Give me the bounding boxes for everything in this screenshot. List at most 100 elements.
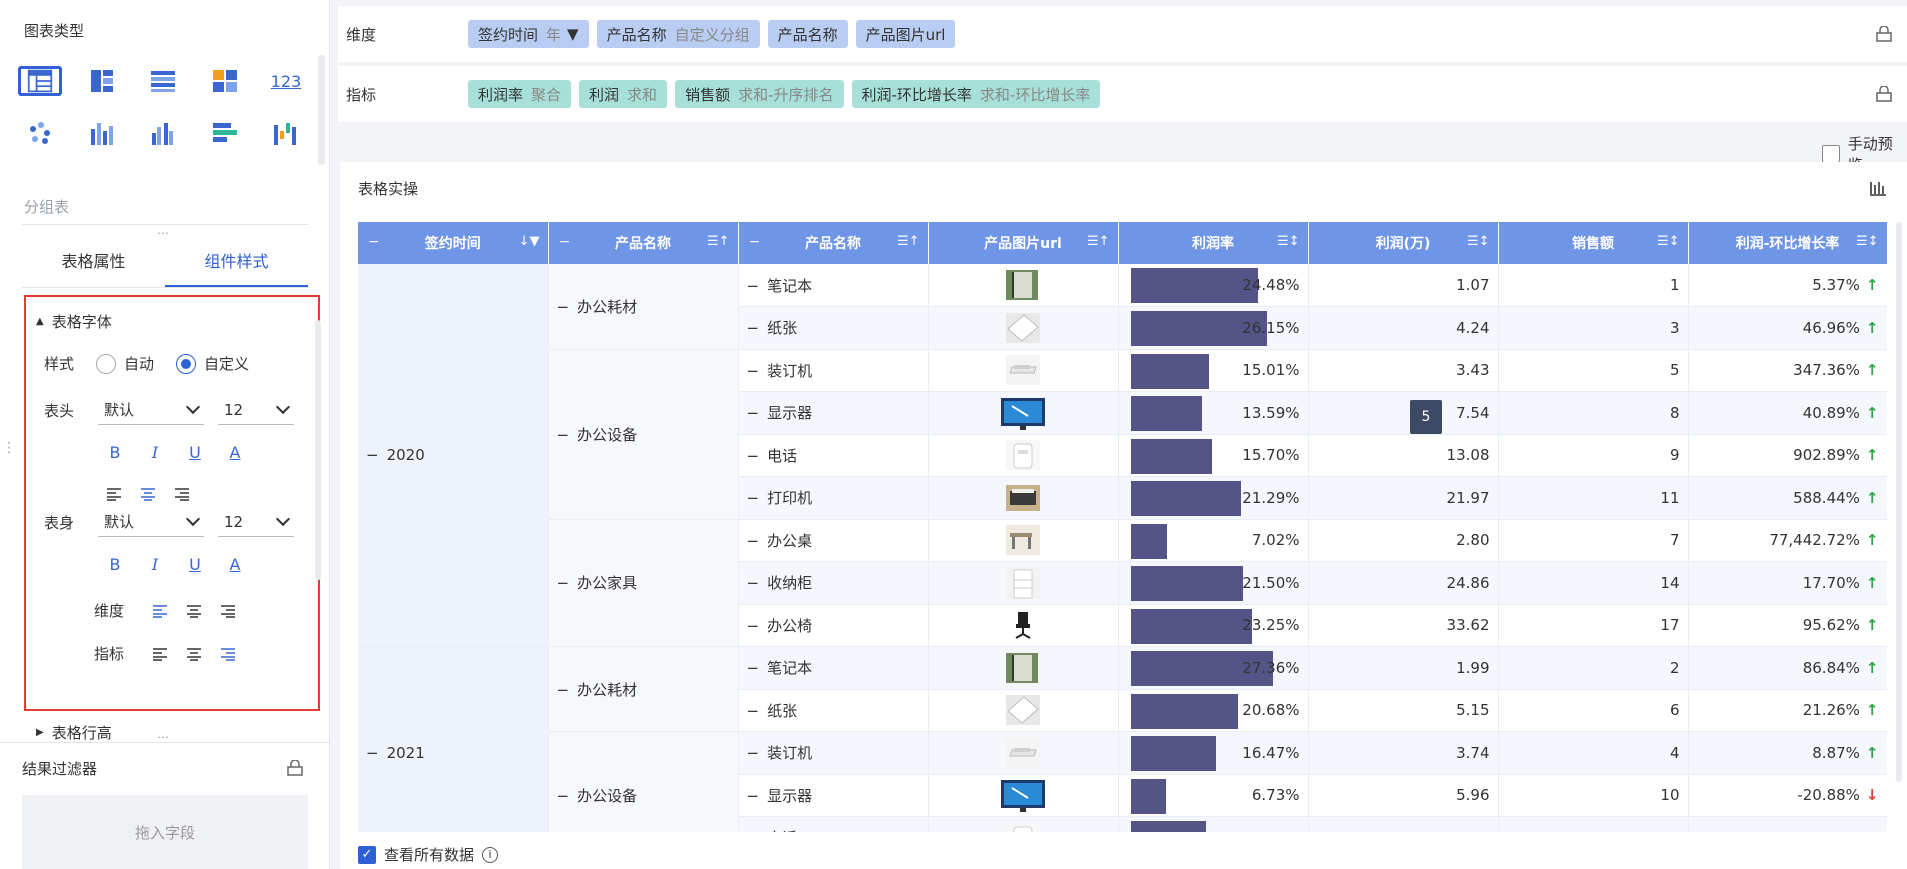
profit-rate-cell[interactable]: 24.48% — [1118, 264, 1309, 307]
growth-cell[interactable]: 17.70% ↑ — [1688, 561, 1887, 605]
sort-icon[interactable]: ☰↑ — [1087, 234, 1110, 249]
profit-rate-cell[interactable]: 20.68% — [1118, 689, 1309, 732]
font-color-icon[interactable]: A — [226, 443, 244, 462]
product-image-cell[interactable] — [928, 646, 1119, 690]
align-center-icon[interactable] — [186, 647, 202, 661]
profit-cell[interactable]: 33.62 — [1308, 604, 1499, 647]
product-image-cell[interactable] — [928, 476, 1119, 520]
row-height-section[interactable]: ▶ 表格行高 — [36, 722, 112, 743]
align-center-icon[interactable] — [140, 487, 156, 501]
profit-rate-cell[interactable]: 23.25% — [1118, 604, 1309, 647]
collapse-icon[interactable]: − — [747, 277, 760, 295]
growth-cell[interactable]: 38.68% ↑ — [1688, 816, 1887, 832]
product-image-cell[interactable] — [928, 519, 1119, 562]
product-image[interactable] — [1004, 822, 1042, 832]
profit-rate-cell[interactable]: 13.59% — [1118, 391, 1309, 435]
number-icon[interactable]: 123 — [264, 59, 308, 103]
resize-handle-icon[interactable]: ⋮ — [2, 440, 16, 456]
collapse-icon[interactable]: − — [747, 532, 760, 550]
sales-rank-cell[interactable]: 2 — [1498, 646, 1689, 690]
collapse-icon[interactable]: − — [747, 447, 760, 465]
collapse-icon[interactable]: − — [747, 744, 760, 762]
header-font-select[interactable]: 默认 — [98, 395, 204, 425]
product-cell[interactable]: − 显示器 — [738, 774, 929, 817]
product-cell[interactable]: − 纸张 — [738, 689, 929, 732]
align-right-icon[interactable] — [174, 487, 190, 501]
sales-rank-cell[interactable]: 9 — [1498, 434, 1689, 477]
collapse-icon[interactable]: − — [747, 787, 760, 805]
profit-rate-cell[interactable]: 7.02% — [1118, 519, 1309, 562]
product-cell[interactable]: − 打印机 — [738, 476, 929, 520]
table-row[interactable]: −2020− 办公耗材 − 笔记本 24.48% 1.07 1 5.37% ↑ — [358, 264, 1887, 647]
collapse-icon[interactable]: − — [747, 489, 760, 507]
header-cell[interactable]: 销售额 ☰↕ — [1498, 222, 1689, 264]
profit-cell[interactable]: 5.96 — [1308, 774, 1499, 817]
italic-icon[interactable]: I — [146, 443, 164, 462]
product-cell[interactable]: −电话 — [738, 434, 929, 477]
filter-drop-zone[interactable]: 拖入字段 — [22, 795, 308, 869]
italic-icon[interactable]: I — [146, 555, 164, 574]
filter-icon[interactable]: ▼ — [567, 25, 579, 43]
profit-rate-cell[interactable]: 27.36% — [1118, 646, 1309, 690]
underline-icon[interactable]: U — [186, 555, 204, 574]
product-image-cell[interactable] — [928, 391, 1119, 435]
table-icon[interactable] — [18, 66, 62, 96]
align-left-icon[interactable] — [106, 487, 122, 501]
collapse-icon[interactable]: − — [559, 234, 571, 250]
drag-handle-icon[interactable]: ⋯ — [157, 226, 170, 240]
tab-component-style[interactable]: 组件样式 — [165, 244, 308, 287]
product-image-cell[interactable] — [928, 604, 1119, 647]
product-image[interactable] — [1004, 567, 1042, 599]
product-image-cell[interactable] — [928, 434, 1119, 477]
growth-cell[interactable]: 46.96% ↑ — [1688, 306, 1887, 350]
dimension-pill[interactable]: 产品名称 自定义分组 — [596, 20, 760, 48]
profit-cell[interactable]: 1.07 — [1308, 264, 1499, 307]
profit-cell[interactable]: 3.43 — [1308, 349, 1499, 392]
product-cell[interactable]: − 办公椅 — [738, 604, 929, 647]
collapse-icon[interactable]: − — [557, 298, 570, 316]
collapse-icon[interactable]: − — [747, 574, 760, 592]
metric-pill[interactable]: 利润 求和 — [579, 80, 668, 108]
header-cell[interactable]: 利润(万) ☰↕ — [1308, 222, 1499, 264]
profit-rate-cell[interactable]: 15.01% — [1118, 349, 1309, 392]
metric-pill[interactable]: 利润率 聚合 — [468, 80, 572, 108]
profit-rate-cell[interactable]: 16.47% — [1118, 731, 1309, 775]
growth-cell[interactable]: 21.26% ↑ — [1688, 689, 1887, 732]
align-left-icon[interactable] — [152, 604, 168, 618]
profit-cell[interactable]: 7.54 — [1308, 391, 1499, 435]
manual-preview-checkbox[interactable] — [1822, 145, 1840, 163]
product-image[interactable] — [1004, 270, 1042, 300]
profit-rate-cell[interactable]: 14.44% — [1118, 816, 1309, 832]
growth-cell[interactable]: 588.44% ↑ — [1688, 476, 1887, 520]
sort-icon[interactable]: ☰↑ — [707, 234, 730, 249]
sales-rank-cell[interactable]: 8 — [1498, 391, 1689, 435]
collapse-icon[interactable]: − — [747, 829, 760, 832]
sales-rank-cell[interactable]: 7 — [1498, 519, 1689, 562]
underline-icon[interactable]: U — [186, 443, 204, 462]
waterfall-icon[interactable] — [264, 111, 308, 155]
chart-type-scrollbar[interactable] — [318, 55, 325, 165]
product-cell[interactable]: − 笔记本 — [738, 264, 929, 307]
collapse-icon[interactable]: − — [557, 787, 570, 805]
product-image[interactable] — [1004, 355, 1042, 386]
dimension-pill[interactable]: 产品名称 — [767, 20, 848, 48]
collapse-icon[interactable]: − — [368, 234, 380, 250]
align-center-icon[interactable] — [186, 604, 202, 618]
sales-rank-cell[interactable]: 3 — [1498, 306, 1689, 350]
product-image[interactable] — [1004, 695, 1042, 726]
table-scrollbar[interactable] — [1896, 222, 1902, 782]
header-cell[interactable]: − 签约时间 ↓▼ — [358, 222, 549, 264]
collapse-icon[interactable]: − — [747, 617, 760, 635]
profit-cell[interactable]: 3.74 — [1308, 731, 1499, 775]
metric-pill[interactable]: 利润-环比增长率 求和-环比增长率 — [851, 80, 1101, 108]
growth-cell[interactable]: 347.36% ↑ — [1688, 349, 1887, 392]
category-cell[interactable]: − 办公家具 — [548, 519, 739, 647]
sort-icon[interactable]: ☰↕ — [1277, 234, 1300, 249]
product-image[interactable] — [1004, 525, 1042, 556]
radio-custom[interactable] — [176, 353, 197, 374]
category-cell[interactable]: − 办公耗材 — [548, 646, 739, 732]
header-cell[interactable]: − 产品名称 ☰↑ — [738, 222, 929, 264]
profit-rate-cell[interactable]: 6.73% — [1118, 774, 1309, 817]
scatter-icon[interactable] — [18, 111, 62, 155]
product-image[interactable] — [1000, 780, 1046, 813]
